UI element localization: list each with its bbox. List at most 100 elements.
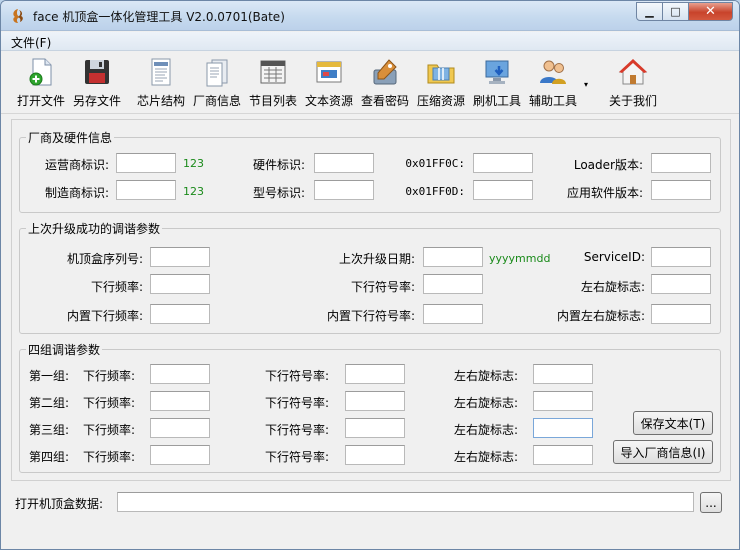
manufacturer-id-label: 制造商标识: (44, 186, 109, 200)
program-list-label: 节目列表 (248, 94, 297, 108)
text-resource-icon (316, 61, 342, 83)
group-1-freq-input[interactable] (150, 364, 210, 384)
builtin-polarization-input[interactable] (651, 304, 711, 324)
flash-monitor-icon (485, 60, 509, 84)
group-3-symbol-input[interactable] (345, 418, 405, 438)
manufacturer-id-hint: 123 (183, 185, 204, 198)
import-vendor-info-button[interactable]: 导入厂商信息(I) (613, 440, 713, 464)
open-stb-data-path-input[interactable] (117, 492, 694, 512)
password-key-icon (373, 59, 397, 85)
group-2-polar-input[interactable] (533, 391, 593, 411)
chip-structure-label: 芯片结构 (136, 94, 185, 108)
down-freq-label: 下行频率: (90, 280, 143, 294)
group-1-symbol-input[interactable] (345, 364, 405, 384)
hardware-id-label: 硬件标识: (252, 158, 305, 172)
group-3-polar-input[interactable] (533, 418, 593, 438)
builtin-symbol-rate-label: 内置下行符号率: (326, 309, 415, 323)
group-3-freq-input[interactable] (150, 418, 210, 438)
addr-0c-label: 0x01FF0C: (405, 157, 465, 170)
service-id-input[interactable] (651, 247, 711, 267)
group-4-symbol-label: 下行符号率: (265, 450, 330, 464)
app-logo-icon (13, 9, 23, 23)
group-2-label: 第二组: (29, 396, 70, 410)
compressed-folder-icon (427, 64, 455, 84)
group-1-label: 第一组: (29, 369, 70, 383)
users-icon (540, 60, 566, 84)
loader-version-label: Loader版本: (573, 158, 643, 172)
save-as-button[interactable]: 另存文件 (71, 56, 123, 112)
open-file-button[interactable]: 打开文件 (15, 56, 67, 112)
browse-button[interactable]: ... (700, 492, 722, 513)
hardware-id-input[interactable] (314, 153, 374, 173)
maximize-button[interactable]: □ (663, 2, 689, 21)
addr-0c-input[interactable] (473, 153, 533, 173)
operator-id-label: 运营商标识: (44, 158, 109, 172)
group-4-label: 第四组: (29, 450, 70, 464)
operator-id-input[interactable] (116, 153, 176, 173)
group-4-polar-input[interactable] (533, 445, 593, 465)
program-grid-icon (260, 60, 286, 84)
group-2-symbol-input[interactable] (345, 391, 405, 411)
app-window: face 机顶盒一体化管理工具 V2.0.0701(Bate) ▁ □ ✕ 文件… (0, 0, 740, 550)
polarization-input[interactable] (651, 274, 711, 294)
aux-tool-dropdown-icon[interactable]: ▾ (584, 80, 588, 89)
polarization-label: 左右旋标志: (580, 280, 645, 294)
builtin-polarization-label: 内置左右旋标志: (556, 309, 645, 323)
aux-tool-label: 辅助工具 (528, 94, 577, 108)
group-4-freq-input[interactable] (150, 445, 210, 465)
flash-tool-button[interactable]: 刷机工具 (471, 56, 523, 112)
text-resource-label: 文本资源 (304, 94, 353, 108)
about-label: 关于我们 (608, 94, 657, 108)
compress-resource-label: 压缩资源 (416, 94, 465, 108)
group-1-symbol-label: 下行符号率: (265, 369, 330, 383)
stb-serial-input[interactable] (150, 247, 210, 267)
vendor-hardware-legend: 厂商及硬件信息 (28, 131, 113, 145)
down-freq-input[interactable] (150, 274, 210, 294)
text-resource-button[interactable]: 文本资源 (303, 56, 355, 112)
manufacturer-id-input[interactable] (116, 180, 176, 200)
addr-0d-input[interactable] (473, 180, 533, 200)
symbol-rate-label: 下行符号率: (350, 280, 415, 294)
save-as-label: 另存文件 (72, 94, 121, 108)
group-1-freq-label: 下行频率: (83, 369, 136, 383)
addr-0d-label: 0x01FF0D: (405, 185, 465, 198)
menu-bar: 文件(F) (1, 32, 739, 51)
builtin-freq-label: 内置下行频率: (66, 309, 143, 323)
builtin-symbol-rate-input[interactable] (423, 304, 483, 324)
group-3-polar-label: 左右旋标志: (454, 423, 519, 437)
document-list-icon (151, 58, 171, 86)
open-stb-data-label: 打开机顶盒数据: (15, 497, 104, 511)
group-2-symbol-label: 下行符号率: (265, 396, 330, 410)
about-button[interactable]: 关于我们 (607, 56, 659, 112)
vendor-info-button[interactable]: 厂商信息 (191, 56, 243, 112)
window-title: face 机顶盒一体化管理工具 V2.0.0701(Bate) (33, 10, 285, 24)
group-3-label: 第三组: (29, 423, 70, 437)
group-4-polar-label: 左右旋标志: (454, 450, 519, 464)
window-controls: ▁ □ ✕ (636, 2, 733, 21)
program-list-button[interactable]: 节目列表 (247, 56, 299, 112)
group-2-freq-label: 下行频率: (83, 396, 136, 410)
compress-resource-button[interactable]: 压缩资源 (415, 56, 467, 112)
group-2-freq-input[interactable] (150, 391, 210, 411)
close-button[interactable]: ✕ (689, 2, 733, 21)
minimize-button[interactable]: ▁ (636, 2, 663, 21)
loader-version-input[interactable] (651, 153, 711, 173)
chip-structure-button[interactable]: 芯片结构 (135, 56, 187, 112)
aux-tool-button[interactable]: 辅助工具 (527, 56, 579, 112)
minimize-icon: ▁ (645, 5, 654, 18)
last-upgrade-date-input[interactable] (423, 247, 483, 267)
model-id-input[interactable] (314, 180, 374, 200)
stb-serial-label: 机顶盒序列号: (66, 252, 143, 266)
flash-tool-label: 刷机工具 (472, 94, 521, 108)
save-text-button[interactable]: 保存文本(T) (633, 411, 713, 435)
app-version-input[interactable] (651, 180, 711, 200)
menu-file[interactable]: 文件(F) (11, 34, 51, 51)
group-1-polar-input[interactable] (533, 364, 593, 384)
builtin-freq-input[interactable] (150, 304, 210, 324)
symbol-rate-input[interactable] (423, 274, 483, 294)
last-upgrade-date-label: 上次升级日期: (338, 252, 415, 266)
four-groups-legend: 四组调谐参数 (28, 343, 101, 357)
view-password-button[interactable]: 查看密码 (359, 56, 411, 112)
group-4-symbol-input[interactable] (345, 445, 405, 465)
title-bar[interactable]: face 机顶盒一体化管理工具 V2.0.0701(Bate) ▁ □ ✕ (1, 1, 739, 31)
